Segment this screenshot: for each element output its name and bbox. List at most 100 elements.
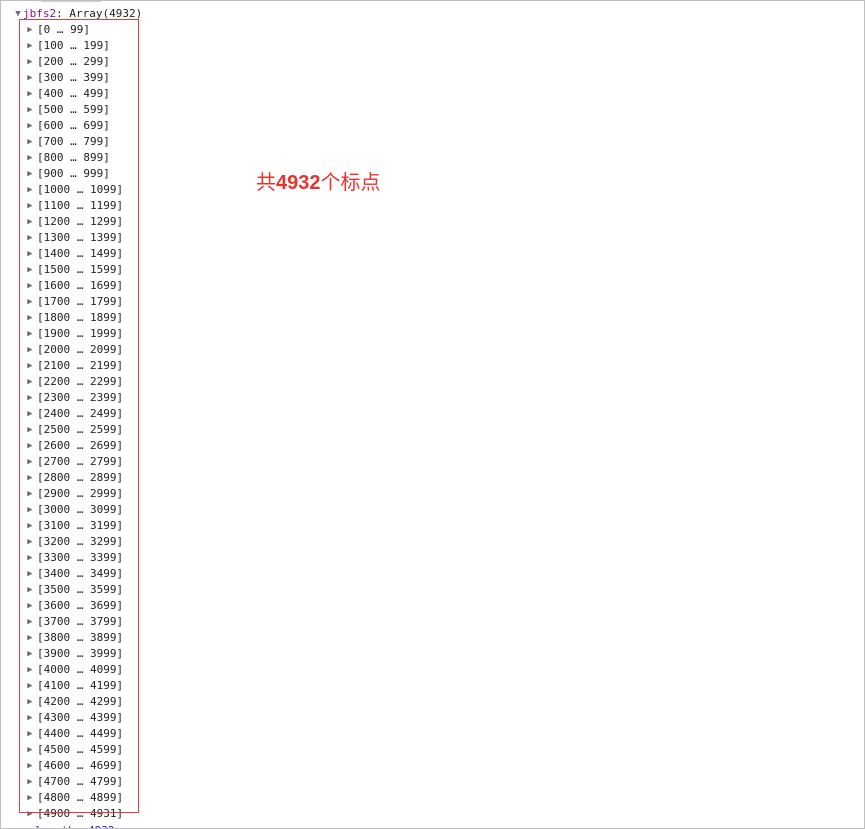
- length-property-row[interactable]: length: 4932: [25, 823, 115, 828]
- triangle-right-icon[interactable]: ▶: [25, 166, 35, 182]
- triangle-right-icon[interactable]: ▶: [25, 182, 35, 198]
- array-range-item[interactable]: ▶ [3900 … 3999]: [25, 646, 123, 662]
- triangle-right-icon[interactable]: ▶: [25, 710, 35, 726]
- triangle-right-icon[interactable]: ▶: [25, 614, 35, 630]
- triangle-right-icon[interactable]: ▶: [25, 22, 35, 38]
- triangle-right-icon[interactable]: ▶: [25, 150, 35, 166]
- array-range-item[interactable]: ▶ [2900 … 2999]: [25, 486, 123, 502]
- array-range-item[interactable]: ▶ [1700 … 1799]: [25, 294, 123, 310]
- triangle-right-icon[interactable]: ▶: [25, 534, 35, 550]
- triangle-right-icon[interactable]: ▶: [25, 598, 35, 614]
- array-range-item[interactable]: ▶ [3500 … 3599]: [25, 582, 123, 598]
- triangle-right-icon[interactable]: ▶: [25, 518, 35, 534]
- array-range-item[interactable]: ▶ [2100 … 2199]: [25, 358, 123, 374]
- array-range-item[interactable]: ▶ [200 … 299]: [25, 54, 123, 70]
- array-range-item[interactable]: ▶ [3200 … 3299]: [25, 534, 123, 550]
- triangle-right-icon[interactable]: ▶: [25, 102, 35, 118]
- array-range-item[interactable]: ▶ [1900 … 1999]: [25, 326, 123, 342]
- triangle-right-icon[interactable]: ▶: [25, 694, 35, 710]
- triangle-right-icon[interactable]: ▶: [25, 422, 35, 438]
- array-range-item[interactable]: ▶ [4600 … 4699]: [25, 758, 123, 774]
- triangle-right-icon[interactable]: ▶: [25, 278, 35, 294]
- triangle-right-icon[interactable]: ▶: [25, 774, 35, 790]
- triangle-right-icon[interactable]: ▶: [25, 262, 35, 278]
- triangle-right-icon[interactable]: ▶: [25, 550, 35, 566]
- triangle-right-icon[interactable]: ▶: [25, 790, 35, 806]
- triangle-right-icon[interactable]: ▶: [25, 358, 35, 374]
- array-range-item[interactable]: ▶ [4200 … 4299]: [25, 694, 123, 710]
- triangle-right-icon[interactable]: ▶: [25, 214, 35, 230]
- array-range-item[interactable]: ▶ [3700 … 3799]: [25, 614, 123, 630]
- array-range-item[interactable]: ▶ [1800 … 1899]: [25, 310, 123, 326]
- triangle-right-icon[interactable]: ▶: [25, 502, 35, 518]
- array-range-item[interactable]: ▶ [2800 … 2899]: [25, 470, 123, 486]
- array-range-item[interactable]: ▶ [4000 … 4099]: [25, 662, 123, 678]
- array-range-item[interactable]: ▶ [700 … 799]: [25, 134, 123, 150]
- triangle-right-icon[interactable]: ▶: [25, 246, 35, 262]
- array-range-item[interactable]: ▶ [800 … 899]: [25, 150, 123, 166]
- triangle-right-icon[interactable]: ▶: [25, 758, 35, 774]
- array-range-item[interactable]: ▶ [2200 … 2299]: [25, 374, 123, 390]
- array-range-item[interactable]: ▶ [1200 … 1299]: [25, 214, 123, 230]
- array-range-item[interactable]: ▶ [4300 … 4399]: [25, 710, 123, 726]
- array-range-item[interactable]: ▶ [0 … 99]: [25, 22, 123, 38]
- triangle-right-icon[interactable]: ▶: [25, 326, 35, 342]
- triangle-right-icon[interactable]: ▶: [25, 726, 35, 742]
- triangle-right-icon[interactable]: ▶: [25, 118, 35, 134]
- array-range-item[interactable]: ▶ [1100 … 1199]: [25, 198, 123, 214]
- array-range-item[interactable]: ▶ [3600 … 3699]: [25, 598, 123, 614]
- array-range-item[interactable]: ▶ [100 … 199]: [25, 38, 123, 54]
- array-range-item[interactable]: ▶ [2500 … 2599]: [25, 422, 123, 438]
- array-range-item[interactable]: ▶ [2700 … 2799]: [25, 454, 123, 470]
- triangle-right-icon[interactable]: ▶: [25, 134, 35, 150]
- array-range-item[interactable]: ▶ [900 … 999]: [25, 166, 123, 182]
- array-range-item[interactable]: ▶ [4400 … 4499]: [25, 726, 123, 742]
- triangle-right-icon[interactable]: ▶: [25, 662, 35, 678]
- triangle-right-icon[interactable]: ▶: [25, 230, 35, 246]
- triangle-right-icon[interactable]: ▶: [25, 678, 35, 694]
- array-property-row[interactable]: ▼ jbfs2: Array(4932): [13, 6, 142, 22]
- triangle-right-icon[interactable]: ▶: [25, 438, 35, 454]
- array-range-item[interactable]: ▶ [4900 … 4931]: [25, 806, 123, 822]
- triangle-right-icon[interactable]: ▶: [25, 470, 35, 486]
- array-range-item[interactable]: ▶ [3100 … 3199]: [25, 518, 123, 534]
- array-range-item[interactable]: ▶ [1500 … 1599]: [25, 262, 123, 278]
- triangle-right-icon[interactable]: ▶: [25, 582, 35, 598]
- array-range-item[interactable]: ▶ [500 … 599]: [25, 102, 123, 118]
- array-range-item[interactable]: ▶ [1300 … 1399]: [25, 230, 123, 246]
- triangle-right-icon[interactable]: ▶: [25, 198, 35, 214]
- array-range-item[interactable]: ▶ [1000 … 1099]: [25, 182, 123, 198]
- array-range-item[interactable]: ▶ [4500 … 4599]: [25, 742, 123, 758]
- triangle-right-icon[interactable]: ▶: [25, 342, 35, 358]
- array-range-item[interactable]: ▶ [2000 … 2099]: [25, 342, 123, 358]
- array-range-item[interactable]: ▶ [1400 … 1499]: [25, 246, 123, 262]
- triangle-right-icon[interactable]: ▶: [25, 86, 35, 102]
- array-range-item[interactable]: ▶ [2400 … 2499]: [25, 406, 123, 422]
- triangle-right-icon[interactable]: ▶: [25, 454, 35, 470]
- triangle-right-icon[interactable]: ▶: [25, 566, 35, 582]
- array-range-item[interactable]: ▶ [600 … 699]: [25, 118, 123, 134]
- triangle-right-icon[interactable]: ▶: [25, 374, 35, 390]
- triangle-right-icon[interactable]: ▶: [25, 70, 35, 86]
- array-range-item[interactable]: ▶ [3000 … 3099]: [25, 502, 123, 518]
- triangle-right-icon[interactable]: ▶: [25, 390, 35, 406]
- array-range-item[interactable]: ▶ [2300 … 2399]: [25, 390, 123, 406]
- triangle-right-icon[interactable]: ▶: [25, 38, 35, 54]
- array-range-item[interactable]: ▶ [2600 … 2699]: [25, 438, 123, 454]
- triangle-right-icon[interactable]: ▶: [25, 486, 35, 502]
- array-range-item[interactable]: ▶ [4800 … 4899]: [25, 790, 123, 806]
- array-range-item[interactable]: ▶ [400 … 499]: [25, 86, 123, 102]
- triangle-down-icon[interactable]: ▼: [13, 6, 23, 22]
- triangle-right-icon[interactable]: ▶: [25, 742, 35, 758]
- array-range-item[interactable]: ▶ [1600 … 1699]: [25, 278, 123, 294]
- triangle-right-icon[interactable]: ▶: [25, 406, 35, 422]
- array-range-item[interactable]: ▶ [3300 … 3399]: [25, 550, 123, 566]
- array-range-item[interactable]: ▶ [3800 … 3899]: [25, 630, 123, 646]
- triangle-right-icon[interactable]: ▶: [25, 806, 35, 822]
- triangle-right-icon[interactable]: ▶: [25, 630, 35, 646]
- array-range-item[interactable]: ▶ [300 … 399]: [25, 70, 123, 86]
- triangle-right-icon[interactable]: ▶: [25, 310, 35, 326]
- triangle-right-icon[interactable]: ▶: [25, 54, 35, 70]
- triangle-right-icon[interactable]: ▶: [25, 294, 35, 310]
- array-range-item[interactable]: ▶ [3400 … 3499]: [25, 566, 123, 582]
